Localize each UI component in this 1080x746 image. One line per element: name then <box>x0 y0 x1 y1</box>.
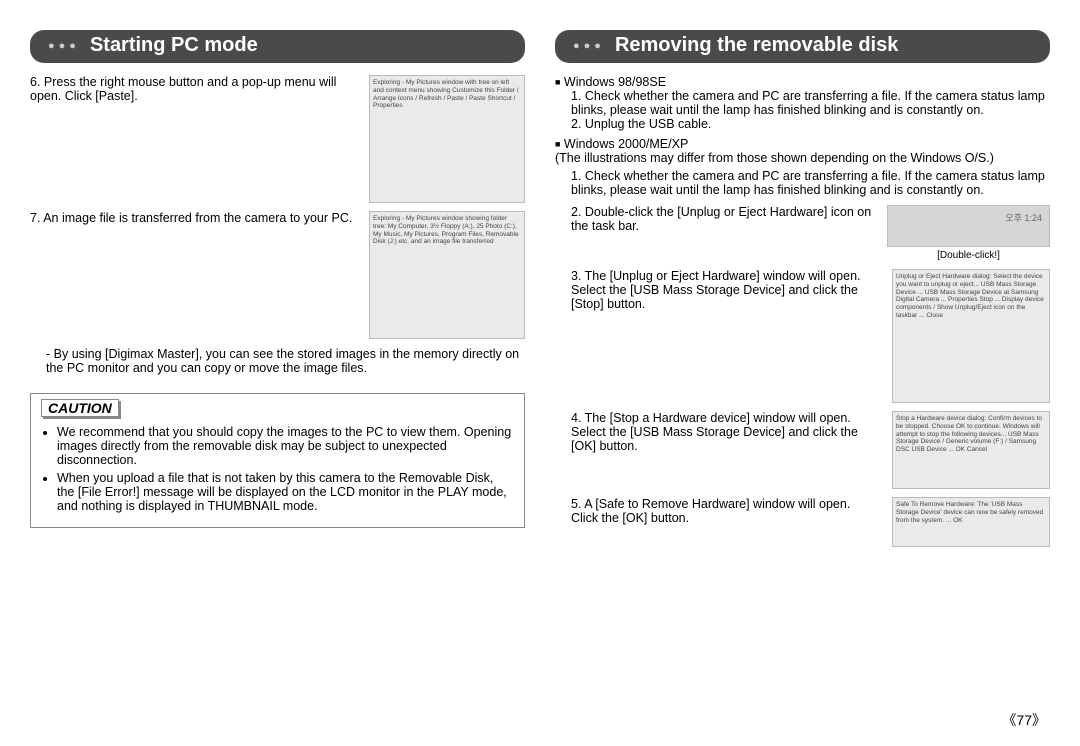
digimax-note: - By using [Digimax Master], you can see… <box>30 347 525 375</box>
step-6-text: 6. Press the right mouse button and a po… <box>30 75 359 203</box>
caution-item-2: When you upload a file that is not taken… <box>57 471 514 513</box>
winxp-title: Windows 2000/ME/XP <box>564 137 688 151</box>
heading-text: Removing the removable disk <box>615 34 898 57</box>
winxp-step1: 1. Check whether the camera and PC are t… <box>555 169 1050 197</box>
caution-box: CAUTION We recommend that you should cop… <box>30 393 525 528</box>
right-column: ●●● Removing the removable disk ■ Window… <box>555 30 1050 555</box>
figure-paste-menu: Exploring - My Pictures window with tree… <box>369 75 525 203</box>
win98-step1: 1. Check whether the camera and PC are t… <box>555 89 1050 117</box>
winxp-step4: 4. The [Stop a Hardware device] window w… <box>571 411 882 489</box>
win98-step2: 2. Unplug the USB cable. <box>555 117 1050 131</box>
step-7-text: 7. An image file is transferred from the… <box>30 211 359 339</box>
page-number: 《77》 <box>1002 710 1046 730</box>
heading-removing-disk: ●●● Removing the removable disk <box>555 30 1050 63</box>
winxp-step3: 3. The [Unplug or Eject Hardware] window… <box>571 269 882 403</box>
winxp-note: (The illustrations may differ from those… <box>555 151 1050 165</box>
left-column: ●●● Starting PC mode 6. Press the right … <box>30 30 525 555</box>
figure-transferred-file: Exploring - My Pictures window showing f… <box>369 211 525 339</box>
double-click-label: [Double-click!] <box>887 250 1050 261</box>
winxp-step2: 2. Double-click the [Unplug or Eject Har… <box>571 205 877 261</box>
square-bullet-icon: ■ <box>555 139 560 149</box>
figure-taskbar: 오후 1:24 <box>887 205 1050 247</box>
figure-unplug-dialog: Unplug or Eject Hardware dialog: Select … <box>892 269 1050 403</box>
decor-dots: ●●● <box>573 40 605 52</box>
winxp-step5: 5. A [Safe to Remove Hardware] window wi… <box>571 497 882 547</box>
figure-safe-remove: Safe To Remove Hardware: The 'USB Mass S… <box>892 497 1050 547</box>
caution-title: CAUTION <box>41 399 119 417</box>
decor-dots: ●●● <box>48 40 80 52</box>
win98-title: Windows 98/98SE <box>564 75 666 89</box>
caution-item-1: We recommend that you should copy the im… <box>57 425 514 467</box>
heading-text: Starting PC mode <box>90 34 258 57</box>
square-bullet-icon: ■ <box>555 77 560 87</box>
figure-stop-device: Stop a Hardware device dialog: Confirm d… <box>892 411 1050 489</box>
heading-starting-pc-mode: ●●● Starting PC mode <box>30 30 525 63</box>
